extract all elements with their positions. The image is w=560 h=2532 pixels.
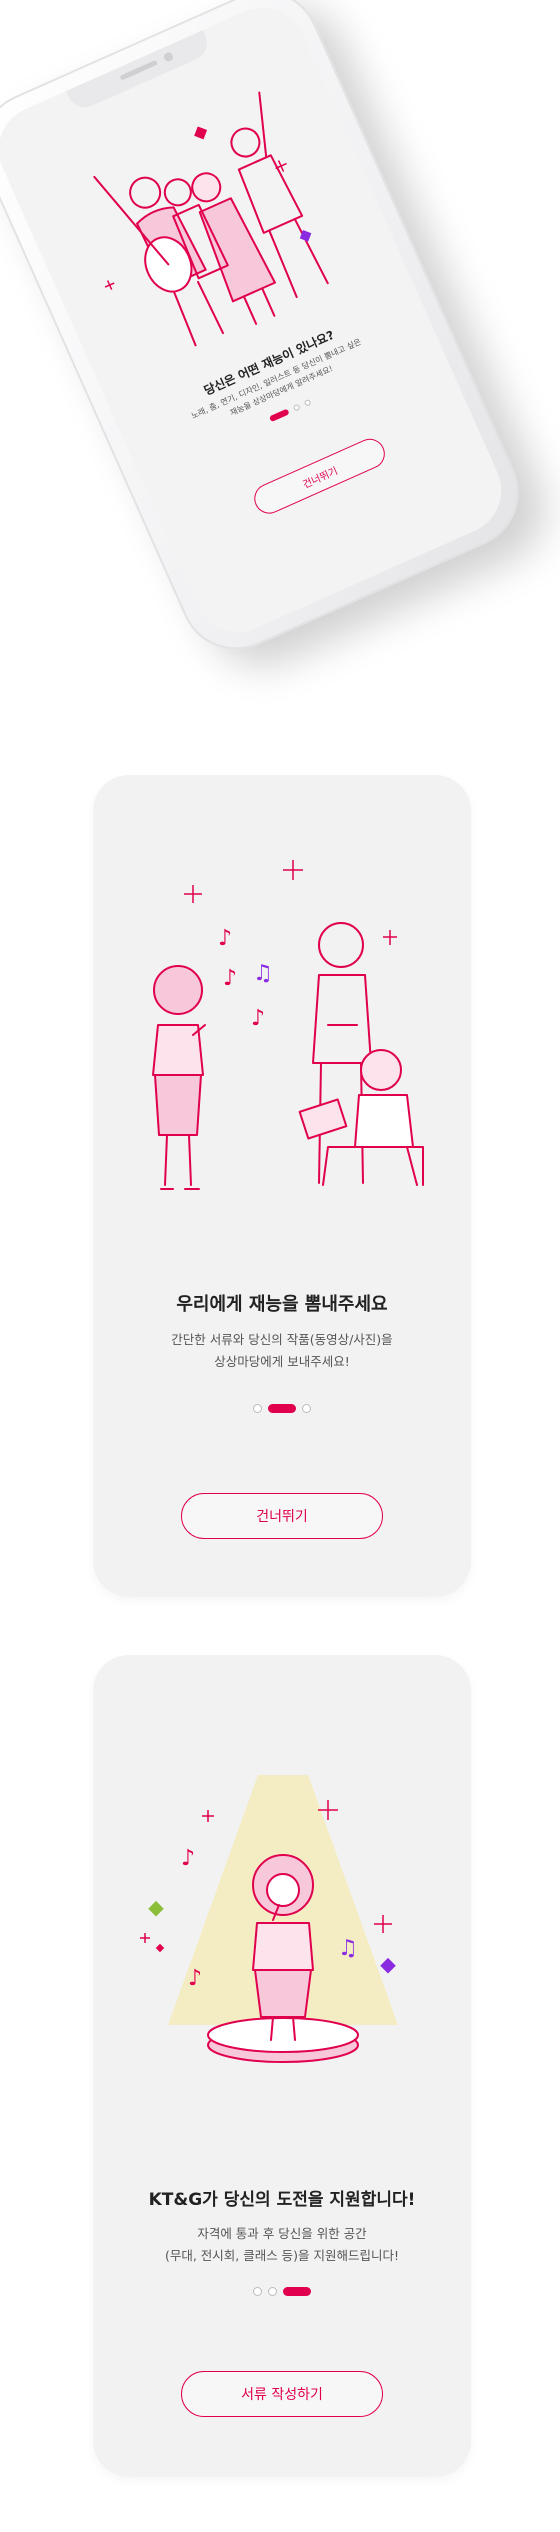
description-line: 상상마당에게 보내주세요! xyxy=(214,1354,350,1369)
screen-description: 간단한 서류와 당신의 작품(동영상/사진)을 상상마당에게 보내주세요! xyxy=(93,1329,471,1373)
screen-title: KT&G가 당신의 도전을 지원합니다! xyxy=(148,2190,416,2210)
page-dot-active[interactable] xyxy=(283,2287,311,2296)
page-dot[interactable] xyxy=(292,403,301,412)
onboarding-screen-2: ♪ ♪ ♫ ♪ 우리에게 재능을 뽐내주세요 간단한 서류와 당신의 작품(동영… xyxy=(93,775,471,1597)
music-note-icon: ♪ xyxy=(188,1966,202,1991)
diamond-icon xyxy=(194,126,208,140)
skip-button[interactable]: 건너뛰기 xyxy=(249,434,390,519)
onboarding-screen-3: ♪ ♫ ♪ KT&G가 당신의 도전을 지원합니다! 자격에 통과 후 당신을 … xyxy=(93,1655,471,2477)
phone-mockup-1: 당신은 어떤 재능이 있나요? 노래, 춤, 연기, 디자인, 일러스트 등 당… xyxy=(0,0,537,668)
skip-button[interactable]: 건너뛰기 xyxy=(181,1493,383,1539)
music-note-icon: ♪ xyxy=(218,926,232,951)
guitarist-head xyxy=(129,176,162,209)
screen-title: 우리에게 재능을 뽐내주세요 xyxy=(176,1294,388,1315)
music-note-icon: ♪ xyxy=(223,966,237,991)
music-note-icon: ♫ xyxy=(253,961,273,986)
screen-description: 자격에 통과 후 당신을 위한 공간 (무대, 전시회, 클래스 등)을 지원해… xyxy=(93,2223,471,2267)
page-dot[interactable] xyxy=(302,1404,311,1413)
page-dot[interactable] xyxy=(303,398,312,407)
diamond-icon xyxy=(148,1900,164,1917)
stage-illustration: ♪ ♫ ♪ xyxy=(140,1775,398,2063)
diamond-icon xyxy=(155,1943,165,1953)
music-note-icon: ♪ xyxy=(251,1006,265,1031)
speaker-grill xyxy=(119,59,159,81)
description-line: 간단한 서류와 당신의 작품(동영상/사진)을 xyxy=(171,1332,393,1347)
page-indicator xyxy=(93,2287,471,2296)
description-line: 자격에 통과 후 당신을 위한 공간 xyxy=(197,2226,367,2241)
music-note-icon: ♫ xyxy=(338,1936,358,1961)
write-application-button[interactable]: 서류 작성하기 xyxy=(181,2371,383,2417)
diamond-icon xyxy=(380,1957,396,1974)
description-line: (무대, 전시회, 클래스 등)을 지원해드립니다! xyxy=(164,2248,400,2263)
page-indicator xyxy=(93,1404,471,1413)
page-dot[interactable] xyxy=(253,2287,262,2296)
sparkle-icon xyxy=(184,860,397,945)
page-dot-active[interactable] xyxy=(268,408,290,423)
music-note-icon: ♪ xyxy=(181,1846,195,1871)
page-dot[interactable] xyxy=(268,2287,277,2296)
onboarding-screen-1: 당신은 어떤 재능이 있나요? 노래, 춤, 연기, 디자인, 일러스트 등 당… xyxy=(0,0,516,647)
page-dot-active[interactable] xyxy=(268,1404,296,1413)
front-camera xyxy=(162,50,175,63)
singer-illustration: ♪ ♪ ♫ ♪ xyxy=(152,860,424,1190)
page-dot[interactable] xyxy=(253,1404,262,1413)
